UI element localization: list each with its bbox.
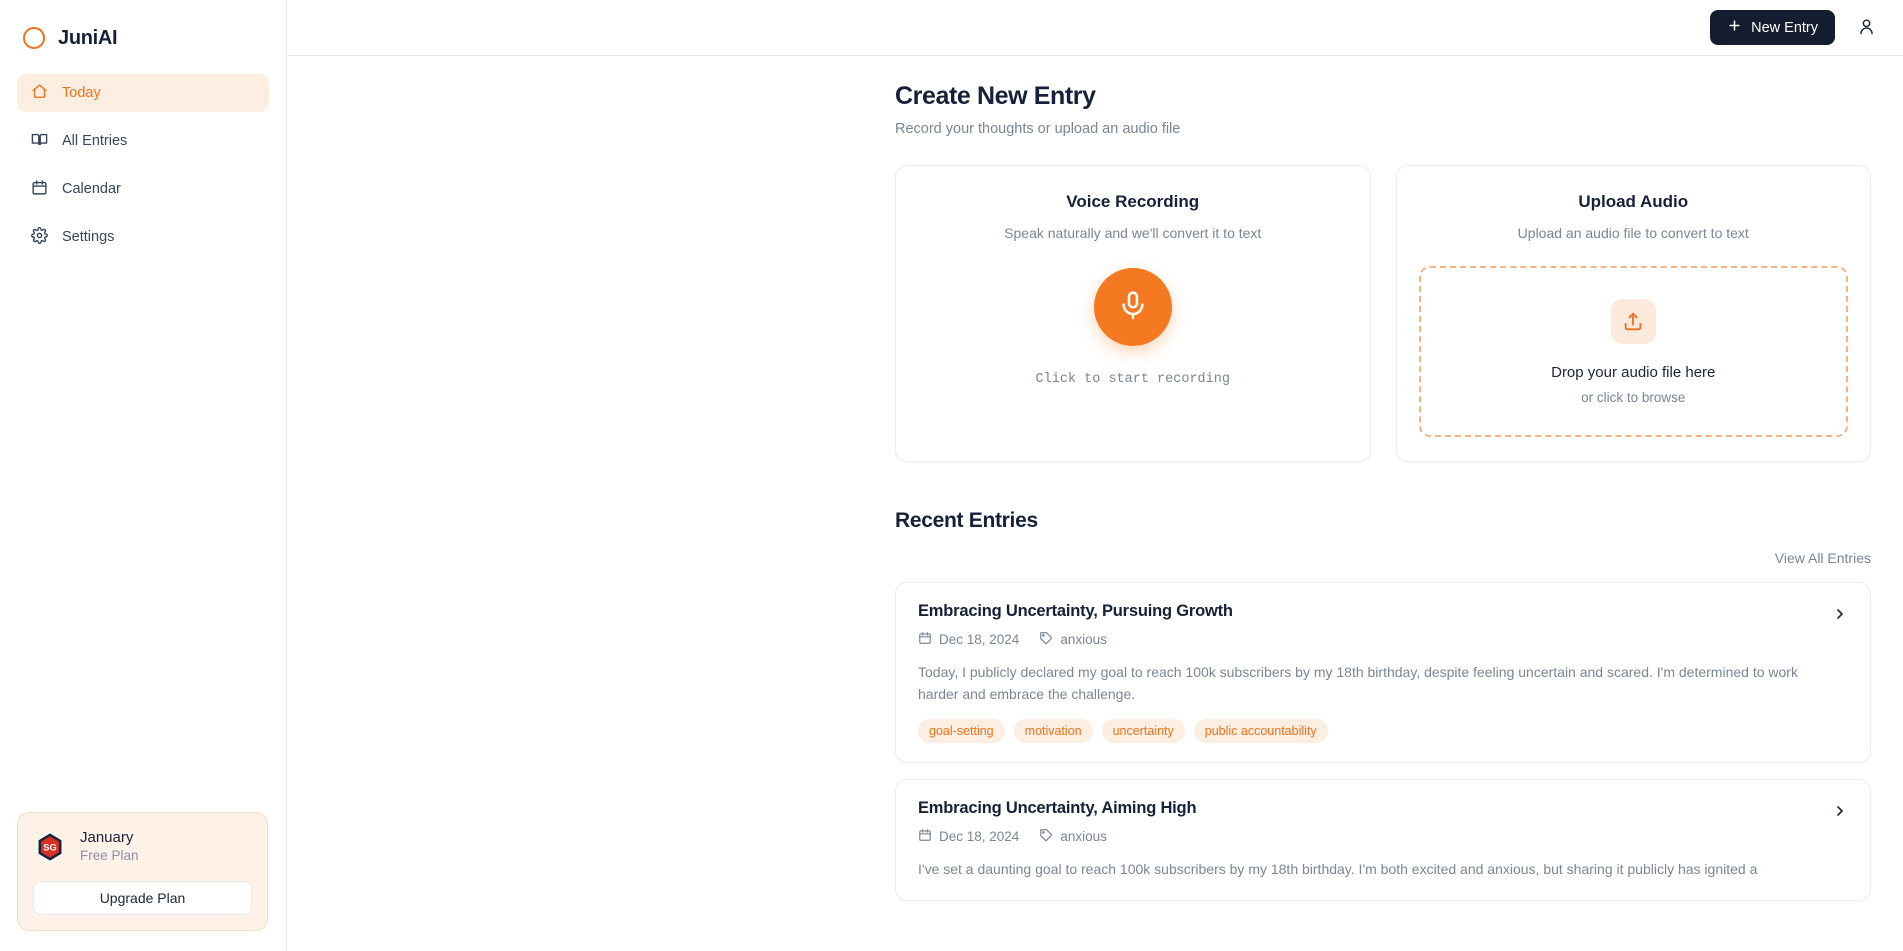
entry-date-label: Dec 18, 2024	[939, 632, 1020, 647]
chevron-right-icon[interactable]	[1832, 602, 1848, 622]
brand[interactable]: JuniAI	[0, 0, 286, 56]
page-subtitle: Record your thoughts or upload an audio …	[895, 121, 1181, 137]
entry-mood-label: anxious	[1060, 632, 1107, 647]
sidebar-item-all-entries[interactable]: All Entries	[17, 122, 269, 160]
entry-mood-label: anxious	[1060, 829, 1107, 845]
entry-date: Dec 18, 2024	[918, 828, 1019, 845]
entry-tag[interactable]: public accountability	[1193, 719, 1328, 744]
view-all-row: View All Entries	[895, 550, 1871, 566]
main-area: New Entry Create New Entry Record your t…	[287, 0, 1903, 951]
view-all-entries-link[interactable]: View All Entries	[1775, 550, 1871, 566]
brand-name: JuniAI	[58, 26, 118, 49]
svg-text:SG: SG	[43, 842, 57, 852]
chevron-right-icon[interactable]	[1832, 799, 1848, 819]
entry-tag[interactable]: goal-setting	[918, 719, 1005, 744]
gear-icon	[31, 226, 48, 248]
sidebar: JuniAI Today All Entries Calendar Settin…	[0, 0, 287, 951]
tag-icon	[1039, 631, 1053, 648]
plan-card: SG January Free Plan Upgrade Plan	[17, 811, 268, 931]
app-root: JuniAI Today All Entries Calendar Settin…	[0, 0, 1903, 951]
start-recording-button[interactable]	[1093, 268, 1172, 346]
hexagon-sg-badge-icon: SG	[33, 830, 67, 864]
entry-mood: anxious	[1039, 631, 1107, 648]
new-entry-button[interactable]: New Entry	[1710, 10, 1835, 45]
user-icon	[1857, 17, 1876, 39]
sidebar-item-label: Calendar	[62, 181, 121, 197]
page-title: Create New Entry	[895, 82, 1096, 110]
circle-ring-icon	[23, 27, 45, 49]
microphone-icon	[1117, 290, 1149, 325]
create-options: Voice Recording Speak naturally and we'l…	[895, 165, 1871, 462]
account-button[interactable]	[1853, 13, 1880, 43]
entry-meta: Dec 18, 2024 anxious	[918, 631, 1822, 648]
sidebar-item-label: All Entries	[62, 133, 128, 149]
audio-dropzone[interactable]: Drop your audio file here or click to br…	[1418, 266, 1848, 437]
upload-audio-card: Upload Audio Upload an audio file to con…	[1395, 165, 1871, 462]
entry-body: Embracing Uncertainty, Pursuing Growth D…	[918, 602, 1822, 744]
plan-info: SG January Free Plan	[33, 829, 252, 865]
recording-hint: Click to start recording	[1035, 372, 1230, 387]
voice-card-title: Voice Recording	[1066, 192, 1200, 211]
calendar-icon	[31, 179, 48, 200]
new-entry-label: New Entry	[1751, 19, 1818, 36]
entry-card[interactable]: Embracing Uncertainty, Aiming High Dec 1…	[895, 779, 1871, 902]
tag-icon	[1039, 828, 1053, 845]
mic-button-wrap	[918, 268, 1348, 346]
calendar-icon	[918, 828, 932, 845]
entry-date-label: Dec 18, 2024	[939, 829, 1020, 845]
upload-card-title: Upload Audio	[1578, 192, 1689, 211]
home-icon	[31, 83, 48, 104]
plan-tier: Free Plan	[80, 848, 139, 864]
entry-excerpt: Today, I publicly declared my goal to re…	[918, 664, 1798, 702]
entry-excerpt: I've set a daunting goal to reach 100k s…	[918, 861, 1758, 878]
entry-title: Embracing Uncertainty, Aiming High	[918, 799, 1197, 818]
sidebar-item-settings[interactable]: Settings	[17, 218, 269, 256]
sidebar-nav: Today All Entries Calendar Settings	[0, 74, 286, 256]
upgrade-plan-button[interactable]: Upgrade Plan	[33, 881, 252, 915]
content-scroll: Create New Entry Record your thoughts or…	[287, 56, 1903, 951]
voice-recording-card: Voice Recording Speak naturally and we'l…	[895, 165, 1371, 462]
entry-card[interactable]: Embracing Uncertainty, Pursuing Growth D…	[895, 582, 1871, 764]
plus-icon	[1727, 18, 1742, 37]
upload-icon	[1610, 299, 1656, 344]
calendar-icon	[918, 631, 932, 648]
entry-tag[interactable]: motivation	[1013, 719, 1093, 744]
sidebar-item-label: Settings	[62, 229, 115, 245]
entry-tag[interactable]: uncertainty	[1101, 719, 1185, 744]
book-open-icon	[31, 131, 48, 152]
sidebar-item-calendar[interactable]: Calendar	[17, 170, 269, 208]
plan-name: January	[80, 828, 134, 846]
sidebar-item-today[interactable]: Today	[17, 74, 269, 112]
entry-meta: Dec 18, 2024 anxious	[918, 828, 1822, 845]
dropzone-subtitle: or click to browse	[1581, 390, 1686, 405]
entry-body: Embracing Uncertainty, Aiming High Dec 1…	[918, 799, 1822, 881]
entry-date: Dec 18, 2024	[918, 631, 1019, 648]
content-inner: Create New Entry Record your thoughts or…	[895, 82, 1871, 902]
voice-card-subtitle: Speak naturally and we'll convert it to …	[1004, 225, 1262, 241]
sidebar-item-label: Today	[62, 85, 101, 101]
entry-mood: anxious	[1039, 828, 1107, 845]
entry-title: Embracing Uncertainty, Pursuing Growth	[918, 602, 1233, 620]
recent-entries-heading: Recent Entries	[895, 509, 1038, 532]
upload-card-subtitle: Upload an audio file to convert to text	[1517, 225, 1749, 241]
dropzone-title: Drop your audio file here	[1551, 364, 1716, 381]
entry-tags: goal-setting motivation uncertainty publ…	[918, 719, 1822, 744]
topbar: New Entry	[287, 0, 1903, 56]
